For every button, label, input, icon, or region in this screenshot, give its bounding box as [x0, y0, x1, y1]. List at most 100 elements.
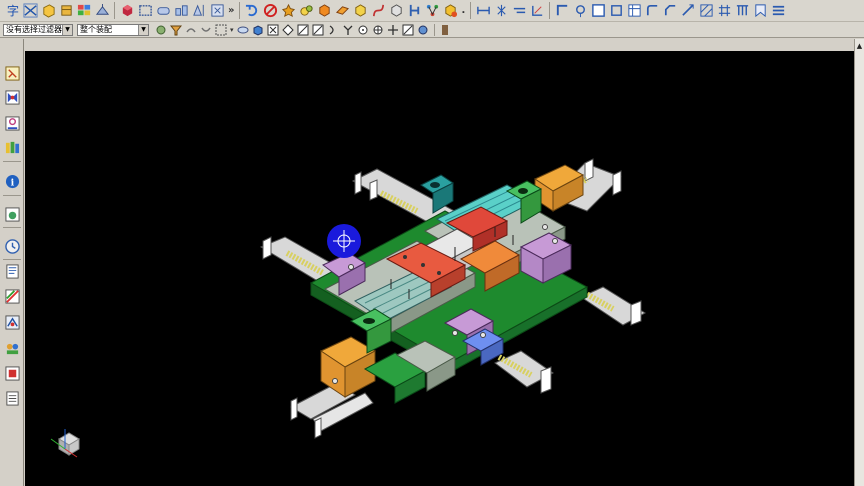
endpoint-icon[interactable]	[267, 23, 280, 36]
reuse-library-icon[interactable]	[4, 139, 20, 155]
globe-icon[interactable]	[402, 23, 415, 36]
toolbar-separator	[470, 2, 472, 19]
select-box-icon[interactable]	[214, 23, 227, 36]
fillet-icon[interactable]	[155, 3, 171, 19]
angle-icon[interactable]	[554, 3, 570, 19]
revolve-icon[interactable]	[352, 3, 368, 19]
hatch-icon[interactable]	[698, 3, 714, 19]
svg-text:字: 字	[6, 3, 18, 18]
part-icon[interactable]	[442, 3, 458, 19]
box-icon[interactable]	[40, 3, 56, 19]
system-scene-icon[interactable]	[4, 340, 20, 356]
circle-icon[interactable]	[572, 3, 588, 19]
quadrant-icon[interactable]	[387, 23, 400, 36]
selection-scope-value: 整个装配	[80, 25, 112, 34]
clip-icon[interactable]	[417, 23, 430, 36]
no-icon[interactable]	[262, 3, 278, 19]
pattern-icon[interactable]	[173, 3, 189, 19]
toolbar-overflow-icon[interactable]: .	[461, 5, 465, 16]
toolbar-overflow-icon[interactable]: ▾	[230, 26, 234, 34]
svg-text:i: i	[10, 177, 14, 188]
main-toolbar: 字 » .	[0, 0, 864, 22]
toolbar-separator	[433, 23, 435, 36]
filter-icon[interactable]	[169, 23, 182, 36]
point-icon[interactable]	[280, 3, 296, 19]
line-icon[interactable]	[297, 23, 310, 36]
text-icon[interactable]: 字	[4, 3, 20, 19]
mirror-icon[interactable]	[191, 3, 207, 19]
curve-icon[interactable]	[370, 3, 386, 19]
selection-toolbar: 没有选择过滤器 ▼ 整个装配 ▼ ▾	[0, 22, 864, 38]
tangent-icon[interactable]	[327, 23, 340, 36]
vertical-scrollbar[interactable]: ▲	[854, 39, 864, 486]
trim-icon[interactable]	[511, 3, 527, 19]
rectangle-icon[interactable]	[137, 3, 153, 19]
block-icon[interactable]	[388, 3, 404, 19]
selection-scope-dropdown[interactable]: 整个装配 ▼	[77, 23, 149, 36]
history-icon[interactable]	[4, 238, 20, 254]
constraint-navigator-icon[interactable]	[4, 89, 20, 105]
undo-icon[interactable]	[184, 23, 197, 36]
tape-icon[interactable]	[439, 23, 452, 36]
square-outline-icon[interactable]	[608, 3, 624, 19]
layer-grid-icon[interactable]	[76, 3, 92, 19]
cube-color-icon[interactable]	[119, 3, 135, 19]
sketch-icon[interactable]	[22, 3, 38, 19]
chevron-down-icon[interactable]: ▼	[138, 24, 148, 35]
redo-icon[interactable]	[199, 23, 212, 36]
draft-icon[interactable]	[529, 3, 545, 19]
toolbar-overflow-icon[interactable]: »	[228, 5, 234, 16]
sphere-icon[interactable]	[298, 3, 314, 19]
graphics-viewport[interactable]	[25, 51, 854, 486]
column-icon[interactable]	[734, 3, 750, 19]
shade-icon[interactable]	[252, 23, 265, 36]
slope-icon[interactable]	[680, 3, 696, 19]
scroll-up-arrow-icon[interactable]: ▲	[855, 41, 864, 50]
toolbar-separator	[114, 2, 115, 19]
rotate-icon[interactable]	[209, 3, 225, 19]
bookmark-icon[interactable]	[752, 3, 768, 19]
toolbar-separator	[549, 2, 551, 19]
cylinder-icon[interactable]	[58, 3, 74, 19]
chamfer-icon[interactable]	[662, 3, 678, 19]
selection-cursor-marker	[327, 224, 361, 258]
assembly-navigator-icon[interactable]	[4, 65, 20, 81]
arc-icon[interactable]	[312, 23, 325, 36]
cross-icon[interactable]	[372, 23, 385, 36]
resource-bar: i	[0, 39, 24, 486]
intersection-icon[interactable]	[342, 23, 355, 36]
table-icon[interactable]	[626, 3, 642, 19]
dimension-icon[interactable]	[493, 3, 509, 19]
graphics-window-header	[25, 39, 864, 51]
solid-orange-icon[interactable]	[316, 3, 332, 19]
part-navigator-icon[interactable]	[4, 115, 20, 131]
undo-arrow-icon[interactable]	[244, 3, 260, 19]
measure-icon[interactable]	[475, 3, 491, 19]
document-icon[interactable]	[4, 390, 20, 406]
web-browser-icon[interactable]	[4, 206, 20, 222]
plane-icon[interactable]	[94, 3, 110, 19]
assembly-icon[interactable]	[424, 3, 440, 19]
roles-icon[interactable]	[4, 314, 20, 330]
palette-icon[interactable]	[4, 288, 20, 304]
type-filter-dropdown[interactable]: 没有选择过滤器 ▼	[3, 23, 73, 36]
menu-icon[interactable]	[770, 3, 786, 19]
cad-application-window: 字 » . 没有选择过滤器 ▼ 整个装配 ▼ ▾ i ▲	[0, 0, 864, 486]
process-studio-icon[interactable]	[4, 263, 20, 279]
view-icon[interactable]	[237, 23, 250, 36]
info-icon[interactable]: i	[4, 173, 20, 189]
cad-model-svg	[50, 158, 646, 458]
chevron-down-icon[interactable]: ▼	[62, 24, 72, 35]
corner-icon[interactable]	[644, 3, 660, 19]
wcs-triad-icon	[50, 429, 80, 458]
grid-icon[interactable]	[716, 3, 732, 19]
center-icon[interactable]	[357, 23, 370, 36]
midpoint-icon[interactable]	[282, 23, 295, 36]
square-icon[interactable]	[590, 3, 606, 19]
system-material-icon[interactable]	[4, 365, 20, 381]
link-icon[interactable]	[406, 3, 422, 19]
snap-icon[interactable]	[154, 23, 167, 36]
shell-icon[interactable]	[334, 3, 350, 19]
toolbar-separator	[239, 2, 241, 19]
resource-bar-divider	[3, 161, 21, 162]
